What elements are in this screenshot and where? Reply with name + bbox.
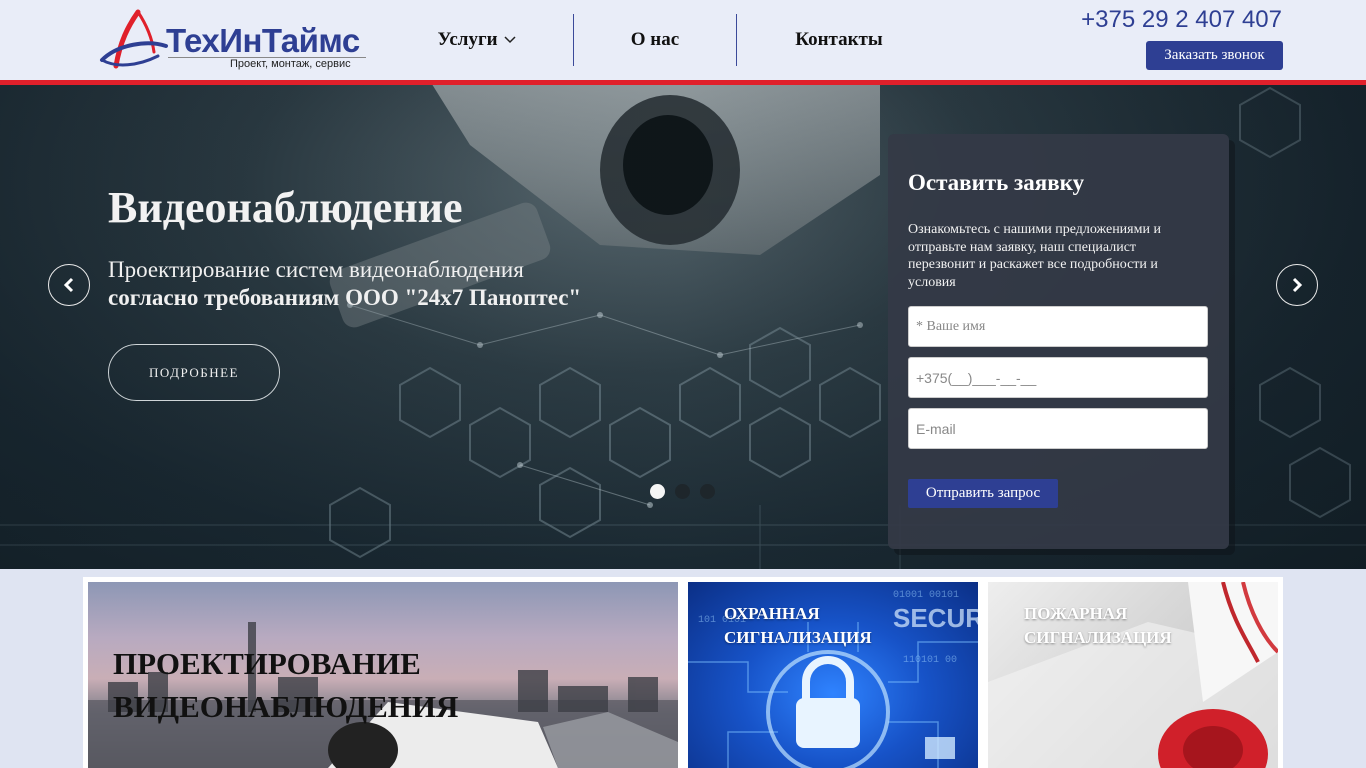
nav-item-label: Услуги [437, 29, 498, 50]
form-title: Оставить заявку [908, 170, 1085, 195]
form-description: Ознакомьтесь с нашими предложениями и от… [908, 222, 1161, 290]
nav-item-about[interactable]: О нас [574, 14, 736, 66]
hero-slider: Видеонаблюдение Проектирование систем ви… [0, 85, 1366, 569]
logo[interactable]: ТехИнТаймс Проект, монтаж, сервис [98, 8, 373, 72]
slider-dots [650, 484, 715, 499]
hero-title: Видеонаблюдение [108, 183, 463, 232]
logo-name: ТехИнТаймс [166, 22, 360, 59]
svg-text:SECUR: SECUR [893, 603, 978, 633]
logo-tagline: Проект, монтаж, сервис [230, 58, 351, 70]
slider-dot[interactable] [650, 484, 665, 499]
phone-field[interactable] [908, 357, 1208, 398]
slider-dot[interactable] [675, 484, 690, 499]
tile-fire-alarm[interactable]: ПОЖАРНАЯ СИГНАЛИЗАЦИЯ [988, 582, 1278, 768]
submit-request-button[interactable]: Отправить запрос [908, 479, 1058, 508]
nav-item-contacts[interactable]: Контакты [737, 14, 941, 66]
main-nav: Услуги О нас Контакты [380, 14, 941, 66]
email-field[interactable] [908, 408, 1208, 449]
slider-prev-button[interactable] [48, 264, 90, 306]
nav-item-label: О нас [630, 29, 680, 50]
svg-text:01001 00101: 01001 00101 [893, 590, 959, 601]
tile-title: ОХРАННАЯ СИГНАЛИЗАЦИЯ [724, 604, 872, 647]
tile-title: ПРОЕКТИРОВАНИЕ ВИДЕОНАБЛЮДЕНИЯ [113, 646, 459, 724]
nav-item-label: Контакты [795, 29, 883, 50]
svg-text:110101 00: 110101 00 [903, 655, 957, 666]
tile-security-alarm[interactable]: 01001 00101 110101 00 101 0101 SECUR ОХР… [688, 582, 978, 768]
hero-subtitle-bold: согласно требованиям ООО "24х7 Паноптес" [108, 285, 582, 310]
request-form: Оставить заявку Ознакомьтесь с нашими пр… [888, 134, 1229, 549]
callback-button[interactable]: Заказать звонок [1146, 41, 1283, 70]
hero-subtitle: Проектирование систем видеонаблюдения [108, 257, 524, 282]
slider-next-button[interactable] [1276, 264, 1318, 306]
tile-video-design[interactable]: ПРОЕКТИРОВАНИЕ ВИДЕОНАБЛЮДЕНИЯ [88, 582, 678, 768]
chevron-right-icon [1292, 277, 1303, 293]
nav-item-services[interactable]: Услуги [380, 14, 573, 66]
name-field[interactable] [908, 306, 1208, 347]
phone-number[interactable]: +375 29 2 407 407 [1081, 6, 1282, 34]
chevron-left-icon [63, 277, 74, 293]
more-button[interactable]: ПОДРОБНЕЕ [108, 344, 280, 401]
tile-title: ПОЖАРНАЯ СИГНАЛИЗАЦИЯ [1024, 604, 1172, 647]
slider-dot[interactable] [700, 484, 715, 499]
chevron-down-icon [504, 36, 516, 44]
logo-mark-icon [100, 9, 168, 69]
site-header: ТехИнТаймс Проект, монтаж, сервис Услуги… [0, 0, 1366, 80]
